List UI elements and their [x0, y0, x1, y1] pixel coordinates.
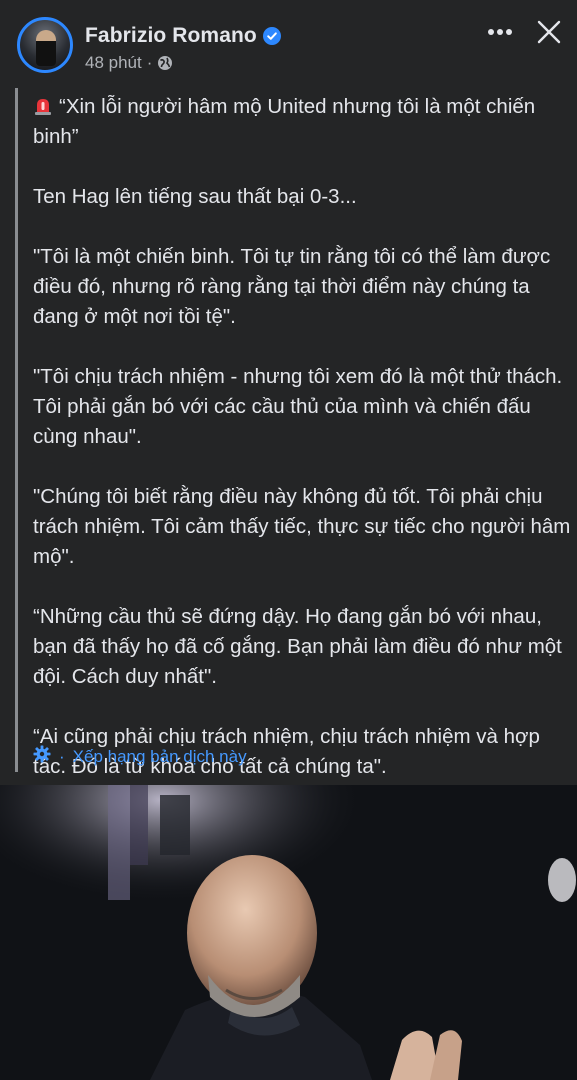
rate-translation-link[interactable]: Xếp hạng bản dịch này: [73, 747, 247, 767]
post-meta: 48 phút ·: [85, 53, 173, 73]
paragraph-5: "Chúng tôi biết rằng điều này không đủ t…: [33, 485, 571, 568]
author-row: Fabrizio Romano: [85, 24, 281, 48]
more-options-icon[interactable]: [485, 18, 515, 46]
meta-separator: ·: [146, 53, 153, 72]
paragraph-6: “Những cầu thủ sẽ đứng dậy. Họ đang gắn …: [33, 605, 562, 688]
translation-rating: · Xếp hạng bản dịch này: [33, 745, 247, 768]
post-text: “Xin lỗi người hâm mộ United nhưng tôi l…: [33, 92, 577, 812]
paragraph-2: Ten Hag lên tiếng sau thất bại 0-3...: [33, 185, 357, 208]
gear-icon[interactable]: [33, 745, 51, 768]
translation-separator: ·: [59, 746, 65, 766]
verified-badge-icon: [262, 27, 281, 45]
post-header: Fabrizio Romano 48 phút ·: [0, 0, 577, 80]
globe-icon[interactable]: [157, 55, 173, 71]
post-body: “Xin lỗi người hâm mộ United nhưng tôi l…: [15, 88, 575, 778]
paragraph-text: “Xin lỗi người hâm mộ United nhưng tôi l…: [33, 95, 536, 148]
siren-icon: [33, 95, 53, 115]
post-photo[interactable]: [0, 785, 577, 1080]
author-name[interactable]: Fabrizio Romano: [85, 24, 257, 48]
close-icon[interactable]: [534, 17, 564, 47]
paragraph-4: "Tôi chịu trách nhiệm - nhưng tôi xem đó…: [33, 365, 563, 448]
paragraph-1: “Xin lỗi người hâm mộ United nhưng tôi l…: [33, 92, 577, 152]
photo-subject: [0, 785, 577, 1080]
avatar[interactable]: [17, 17, 73, 73]
quote-bar: [15, 88, 18, 772]
paragraph-3: "Tôi là một chiến binh. Tôi tự tin rằng …: [33, 245, 551, 328]
post-time[interactable]: 48 phút: [85, 53, 142, 73]
